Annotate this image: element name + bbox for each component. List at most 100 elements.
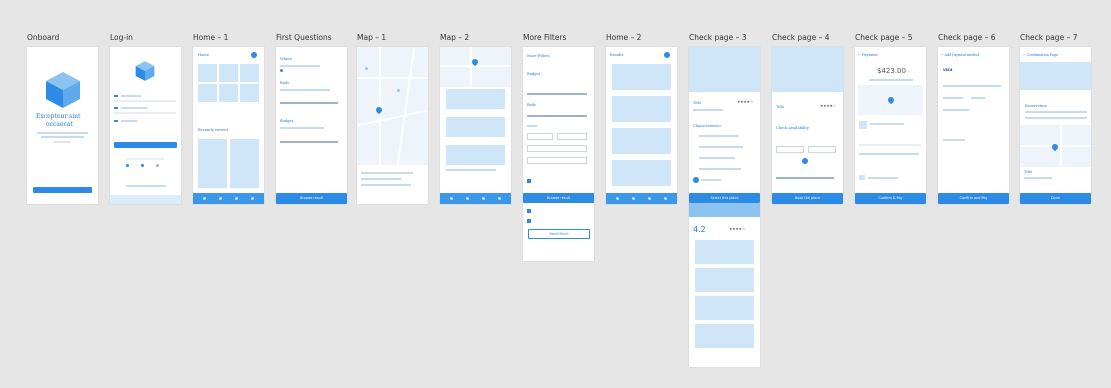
budget-slider[interactable] bbox=[280, 141, 338, 143]
bottom-nav[interactable] bbox=[606, 193, 677, 204]
card-icon bbox=[859, 175, 865, 180]
onboard-screen[interactable]: Excepteur sint occaecat bbox=[27, 47, 98, 204]
recent-card[interactable] bbox=[198, 139, 227, 188]
check-5-screen[interactable]: ← Payment $423.00 Confirm & Pay bbox=[855, 47, 926, 204]
guest-toggle[interactable] bbox=[802, 158, 808, 164]
grid-card[interactable] bbox=[240, 84, 259, 102]
reset-filters-button[interactable]: Reset filters bbox=[528, 229, 590, 239]
frame-label-first-questions[interactable]: First Questions bbox=[276, 33, 332, 42]
filter-select[interactable] bbox=[557, 133, 587, 140]
frame-label-home-1[interactable]: Home – 1 bbox=[193, 33, 228, 42]
frame-label-check-5[interactable]: Check page – 5 bbox=[855, 33, 912, 42]
bottom-nav[interactable] bbox=[193, 193, 264, 204]
check-6-screen[interactable]: ← Add Payment method VISA Confirm and Pa… bbox=[938, 47, 1009, 204]
confirm-and-pay-button[interactable]: Confirm and Pay bbox=[938, 193, 1009, 204]
reservation-label: Reservation bbox=[1025, 104, 1047, 108]
home-2-screen[interactable]: Results bbox=[606, 47, 677, 204]
beds-slider[interactable] bbox=[280, 102, 338, 104]
frame-label-check-7[interactable]: Check page – 7 bbox=[1020, 33, 1077, 42]
filter-select[interactable] bbox=[527, 145, 587, 152]
grid-card[interactable] bbox=[219, 64, 238, 82]
result-card[interactable] bbox=[612, 64, 671, 90]
checkbox[interactable] bbox=[527, 179, 531, 183]
map-view[interactable] bbox=[357, 47, 428, 165]
grid-card[interactable] bbox=[219, 84, 238, 102]
date-select[interactable] bbox=[776, 146, 804, 153]
filter-select[interactable] bbox=[527, 133, 553, 140]
first-questions-screen[interactable]: Where Beds Budget Browse result bbox=[276, 47, 347, 204]
frame-label-map-1[interactable]: Map – 1 bbox=[357, 33, 386, 42]
filter-checkbox-row[interactable] bbox=[527, 125, 537, 127]
save-card-toggle[interactable] bbox=[943, 139, 965, 141]
grid-card[interactable] bbox=[198, 64, 217, 82]
browse-result-button[interactable]: Browse result bbox=[523, 193, 594, 203]
recently-viewed-title: Recently viewed bbox=[198, 128, 228, 132]
home-1-screen[interactable]: Home Recently viewed bbox=[193, 47, 264, 204]
card-number-field[interactable] bbox=[943, 85, 1001, 87]
frame-label-more-filters[interactable]: More Filters bbox=[523, 33, 566, 42]
login-button[interactable] bbox=[114, 142, 177, 148]
password-field[interactable] bbox=[121, 120, 137, 122]
result-card[interactable] bbox=[612, 128, 671, 154]
review-card[interactable] bbox=[695, 268, 754, 292]
result-card[interactable] bbox=[446, 89, 505, 109]
map-1-screen[interactable] bbox=[357, 47, 428, 204]
checkbox[interactable] bbox=[527, 219, 531, 223]
review-card[interactable] bbox=[695, 296, 754, 320]
onboard-start-button[interactable] bbox=[33, 187, 92, 193]
checkbox[interactable] bbox=[527, 209, 531, 213]
range-slider[interactable] bbox=[776, 177, 834, 179]
facebook-icon[interactable] bbox=[126, 164, 129, 167]
map-2-screen[interactable] bbox=[440, 47, 511, 204]
field-divider bbox=[114, 112, 176, 114]
username-field[interactable] bbox=[121, 95, 141, 97]
avatar[interactable] bbox=[664, 52, 670, 58]
book-place-button[interactable]: Book the place bbox=[772, 193, 843, 204]
frame-label-map-2[interactable]: Map – 2 bbox=[440, 33, 469, 42]
select-place-button[interactable]: Select this place bbox=[689, 193, 760, 203]
check-4-screen[interactable]: Title ★★★★☆ Check Availability Book the … bbox=[772, 47, 843, 204]
browse-result-button[interactable]: Browse result bbox=[276, 193, 347, 204]
budget-slider[interactable] bbox=[527, 93, 587, 95]
map-view[interactable] bbox=[440, 47, 511, 87]
grid-card[interactable] bbox=[198, 84, 217, 102]
result-card[interactable] bbox=[446, 145, 505, 165]
frame-label-home-2[interactable]: Home – 2 bbox=[606, 33, 641, 42]
result-card[interactable] bbox=[446, 117, 505, 137]
frame-label-check-4[interactable]: Check page – 4 bbox=[772, 33, 829, 42]
review-card[interactable] bbox=[695, 240, 754, 264]
more-filters-screen[interactable]: More Filters Budget Beds Browse result R… bbox=[523, 47, 594, 261]
review-card[interactable] bbox=[695, 324, 754, 348]
subtitle-line bbox=[693, 109, 723, 111]
login-screen[interactable] bbox=[110, 47, 181, 204]
hero-image bbox=[689, 47, 760, 92]
host-avatar[interactable] bbox=[693, 177, 699, 183]
avatar[interactable] bbox=[251, 52, 257, 58]
name-field[interactable] bbox=[943, 109, 969, 111]
logo-icon bbox=[46, 72, 80, 108]
bottom-nav[interactable] bbox=[440, 193, 511, 204]
email-field[interactable] bbox=[121, 107, 147, 109]
recent-card[interactable] bbox=[230, 139, 259, 188]
check-7-screen[interactable]: ← Confirmation Page Reservation Title Do… bbox=[1020, 47, 1091, 204]
result-card[interactable] bbox=[612, 96, 671, 122]
signup-text[interactable] bbox=[126, 185, 166, 187]
done-button[interactable]: Done bbox=[1020, 193, 1091, 204]
frame-label-login[interactable]: Log-in bbox=[110, 33, 133, 42]
map-pin-icon[interactable] bbox=[397, 89, 400, 92]
frame-label-onboard[interactable]: Onboard bbox=[27, 33, 59, 42]
check-3-screen[interactable]: Title ★★★★☆ Characteristics Select this … bbox=[689, 47, 760, 367]
cvv-field[interactable] bbox=[971, 97, 985, 99]
filter-select[interactable] bbox=[527, 157, 587, 164]
result-card[interactable] bbox=[612, 160, 671, 186]
date-select[interactable] bbox=[808, 146, 836, 153]
map-pin-icon[interactable] bbox=[365, 67, 368, 70]
expiry-field[interactable] bbox=[943, 97, 963, 99]
google-icon[interactable] bbox=[156, 164, 159, 167]
confirm-pay-button[interactable]: Confirm & Pay bbox=[855, 193, 926, 204]
beds-slider[interactable] bbox=[527, 115, 587, 117]
frame-label-check-6[interactable]: Check page – 6 bbox=[938, 33, 995, 42]
twitter-icon[interactable] bbox=[141, 164, 144, 167]
frame-label-check-3[interactable]: Check page – 3 bbox=[689, 33, 746, 42]
grid-card[interactable] bbox=[240, 64, 259, 82]
